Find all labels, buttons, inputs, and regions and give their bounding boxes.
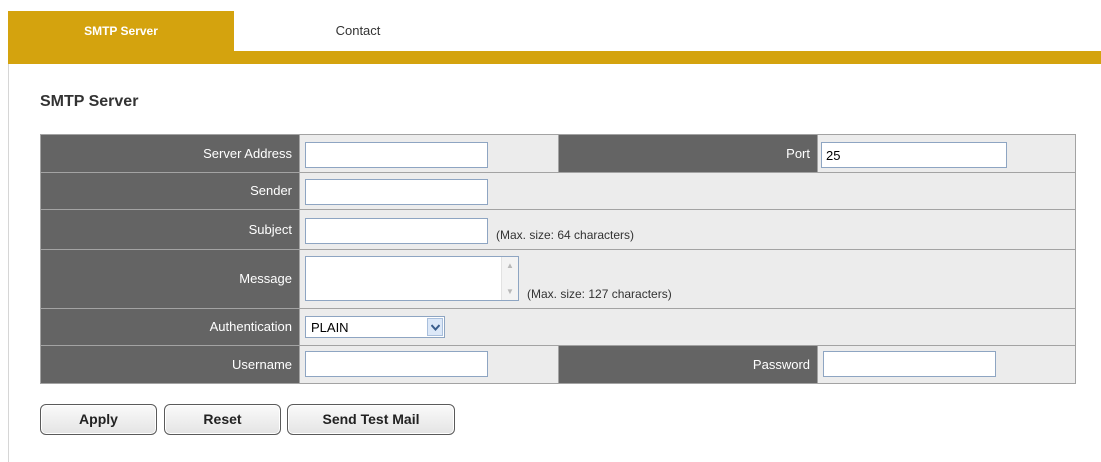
- authentication-cell: PLAIN: [300, 309, 1075, 345]
- subject-input[interactable]: [305, 218, 488, 244]
- send-test-mail-button[interactable]: Send Test Mail: [287, 404, 455, 435]
- tab-smtp-server[interactable]: SMTP Server: [8, 11, 234, 51]
- password-input[interactable]: [823, 351, 996, 377]
- server-address-cell: [300, 135, 558, 172]
- subject-label: Subject: [41, 210, 299, 249]
- message-hint: (Max. size: 127 characters): [527, 287, 672, 301]
- port-input[interactable]: [821, 142, 1007, 168]
- sender-cell: [300, 173, 1075, 209]
- authentication-label: Authentication: [41, 309, 299, 345]
- message-label: Message: [41, 250, 299, 308]
- username-label: Username: [41, 346, 299, 383]
- tab-underline: [8, 51, 1101, 64]
- username-input[interactable]: [305, 351, 488, 377]
- scroll-up-icon[interactable]: ▲: [502, 258, 518, 274]
- message-textarea[interactable]: ▲ ▼: [305, 256, 519, 301]
- scroll-down-icon[interactable]: ▼: [502, 284, 518, 300]
- content-left-border: [8, 64, 9, 462]
- smtp-settings-page: SMTP Server Contact SMTP Server Server A…: [0, 0, 1101, 462]
- port-cell: [818, 135, 1075, 172]
- section-title: SMTP Server: [40, 93, 139, 110]
- sender-label: Sender: [41, 173, 299, 209]
- password-label: Password: [559, 346, 817, 383]
- reset-button[interactable]: Reset: [164, 404, 281, 435]
- message-scrollbar[interactable]: ▲ ▼: [501, 257, 518, 300]
- apply-button[interactable]: Apply: [40, 404, 157, 435]
- tab-bar: SMTP Server Contact: [0, 0, 1101, 64]
- server-address-input[interactable]: [305, 142, 488, 168]
- subject-hint: (Max. size: 64 characters): [496, 228, 635, 242]
- subject-cell: (Max. size: 64 characters): [300, 210, 1075, 249]
- username-cell: [300, 346, 558, 383]
- sender-input[interactable]: [305, 179, 488, 205]
- chevron-down-icon[interactable]: [427, 318, 443, 336]
- message-cell: ▲ ▼ (Max. size: 127 characters): [300, 250, 1075, 308]
- server-address-label: Server Address: [41, 135, 299, 172]
- tab-contact[interactable]: Contact: [242, 11, 474, 51]
- port-label: Port: [559, 135, 817, 172]
- authentication-select[interactable]: PLAIN: [305, 316, 445, 338]
- authentication-selected-value: PLAIN: [311, 320, 349, 335]
- smtp-form-table: Server Address Port Sender Subject (Max.…: [40, 134, 1076, 384]
- password-cell: [818, 346, 1075, 383]
